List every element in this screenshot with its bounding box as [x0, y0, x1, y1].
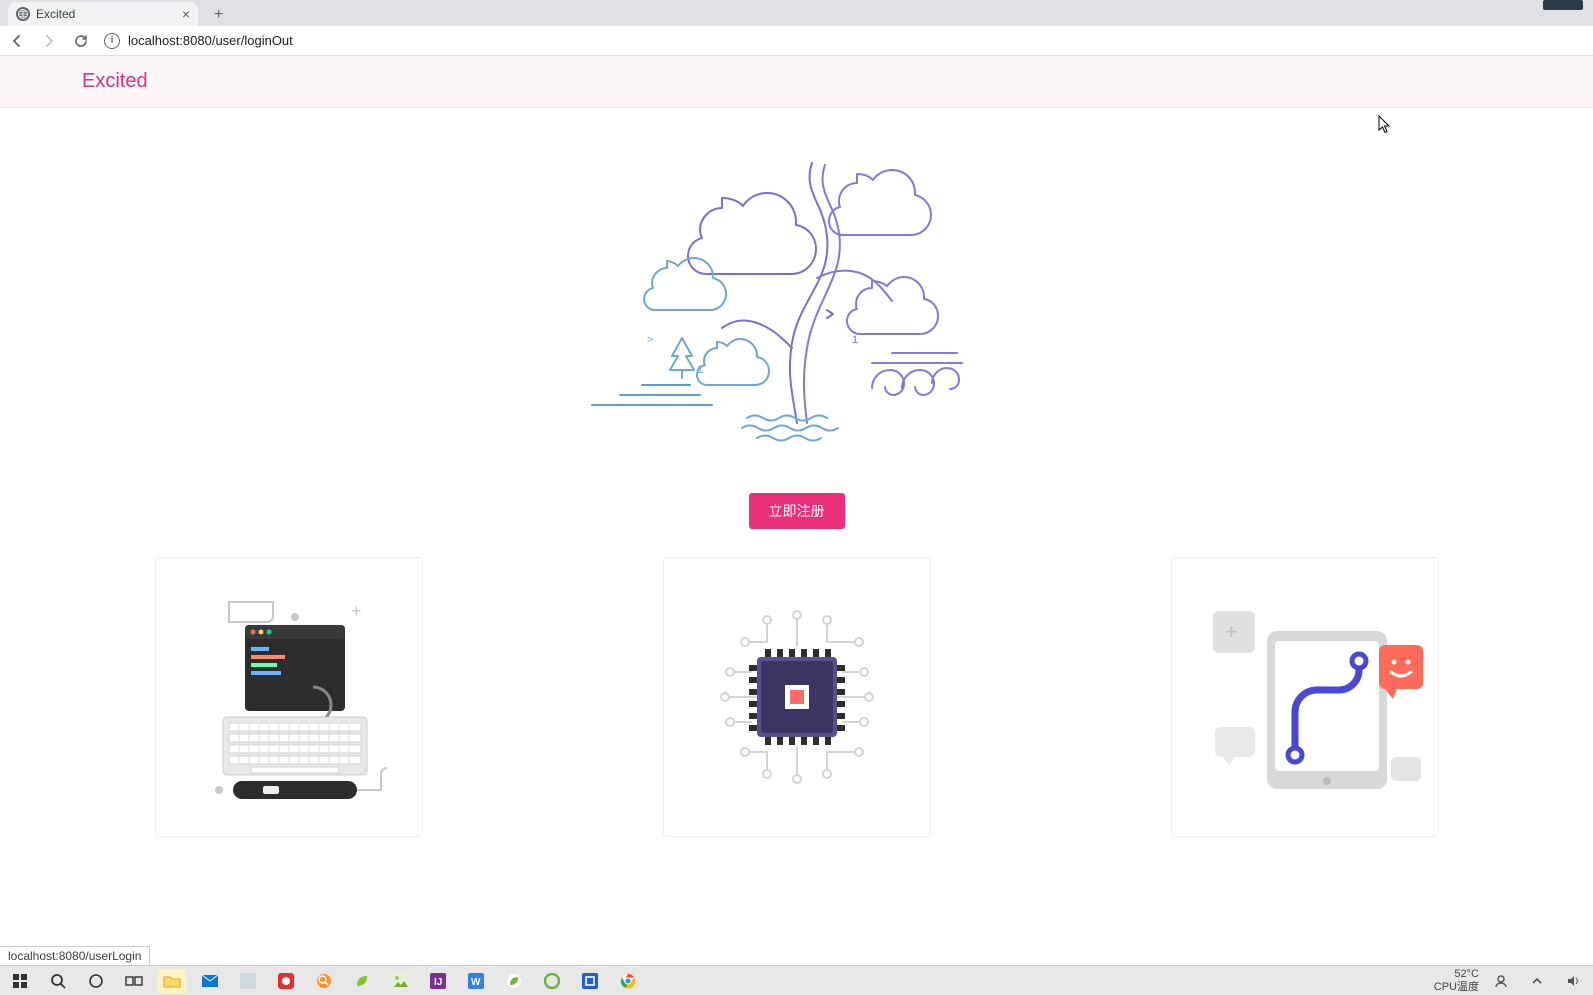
feature-card-mobile[interactable]: + [1171, 557, 1439, 837]
cpu-chip-illustration [697, 587, 897, 807]
window-control-dark[interactable] [1543, 0, 1583, 10]
reload-icon[interactable] [72, 32, 90, 50]
cpu-temp-label: CPU温度 [1434, 981, 1479, 993]
svg-text:W: W [471, 977, 481, 988]
back-icon[interactable] [8, 32, 26, 50]
app-icon-green-e[interactable] [538, 969, 566, 993]
start-button[interactable] [6, 969, 34, 993]
brand-logo[interactable]: Excited [82, 70, 148, 93]
feature-card-dev[interactable]: + [155, 557, 423, 837]
globe-icon [16, 7, 30, 21]
app-icon-orange[interactable] [310, 969, 338, 993]
file-explorer-icon[interactable] [158, 969, 186, 993]
forward-icon[interactable] [40, 32, 58, 50]
app-icon-blue-w[interactable]: W [462, 969, 490, 993]
windows-taskbar: IJ W 52°C CPU温度 [0, 965, 1593, 995]
tab-title: Excited [36, 7, 75, 21]
app-icon-red[interactable] [272, 969, 300, 993]
laptop-keyboard-illustration: + [189, 587, 389, 807]
svg-text:1: 1 [697, 364, 703, 376]
url-input[interactable]: i localhost:8080/user/loginOut [104, 33, 1585, 49]
svg-text:>: > [647, 334, 653, 346]
site-info-icon[interactable]: i [104, 33, 120, 49]
feature-cards-row: + [0, 557, 1593, 837]
people-icon[interactable] [1487, 969, 1515, 993]
tablet-route-illustration: + [1205, 587, 1405, 807]
close-icon[interactable]: × [182, 6, 190, 22]
svg-text:1: 1 [852, 334, 858, 346]
register-button[interactable]: 立即注册 [749, 493, 845, 529]
app-icon-gray[interactable] [234, 969, 262, 993]
app-icon-purple[interactable]: IJ [424, 969, 452, 993]
browser-tab-active[interactable]: Excited × [8, 2, 198, 26]
chrome-icon[interactable] [614, 969, 642, 993]
tray-chevron-icon[interactable] [1523, 969, 1551, 993]
svg-text:+: + [351, 601, 362, 621]
page-header: Excited [0, 56, 1593, 108]
cortana-icon[interactable] [82, 969, 110, 993]
mail-icon[interactable] [196, 969, 224, 993]
svg-text:+: + [1225, 619, 1238, 644]
temperature-value: 52°C [1434, 968, 1479, 980]
app-icon-spring[interactable] [500, 969, 528, 993]
task-view-icon[interactable] [120, 969, 148, 993]
browser-address-bar: i localhost:8080/user/loginOut [0, 26, 1593, 56]
new-tab-button[interactable]: + [208, 4, 229, 26]
temperature-widget[interactable]: 52°C CPU温度 [1434, 968, 1479, 992]
browser-tab-strip: Excited × + [0, 0, 1593, 26]
hero-section: 1 1 > 立即注册 [0, 108, 1593, 529]
status-bar-link: localhost:8080/userLogin [0, 946, 150, 965]
tree-line-art-illustration: 1 1 > [562, 123, 1032, 453]
app-icon-green-leaf[interactable] [348, 969, 376, 993]
window-controls [1543, 0, 1583, 10]
svg-text:IJ: IJ [434, 977, 442, 988]
system-tray: 52°C CPU温度 [1434, 968, 1587, 992]
app-icon-blue-sq[interactable] [576, 969, 604, 993]
search-icon[interactable] [44, 969, 72, 993]
feature-card-chip[interactable] [663, 557, 931, 837]
url-text: localhost:8080/user/loginOut [128, 33, 293, 48]
app-icon-image[interactable] [386, 969, 414, 993]
volume-icon[interactable] [1559, 969, 1587, 993]
